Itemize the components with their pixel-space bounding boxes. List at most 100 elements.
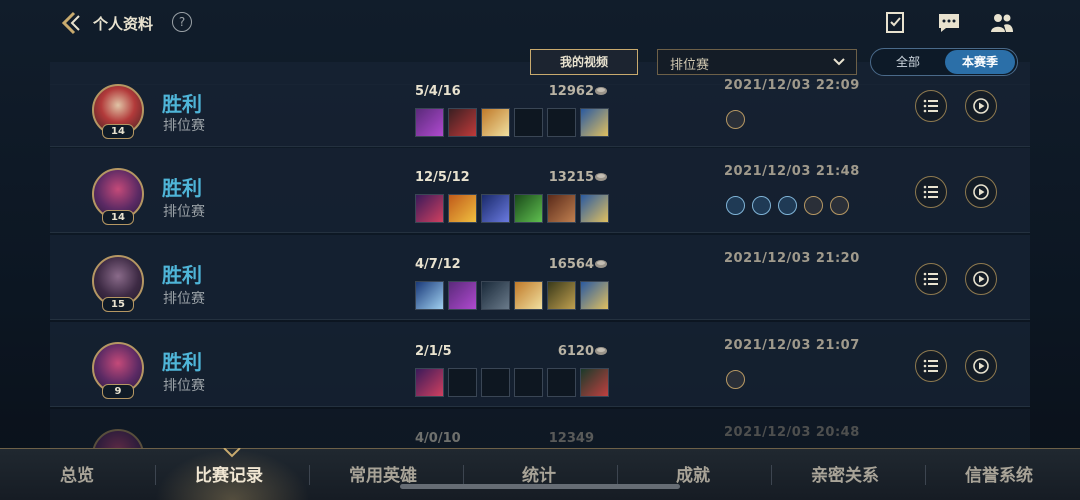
item-slot[interactable] (514, 281, 543, 310)
detail-button[interactable] (915, 263, 947, 295)
replay-button[interactable] (965, 263, 997, 295)
tab-overview[interactable]: 总览 (60, 461, 94, 486)
match-result: 胜利 (162, 92, 202, 116)
item-slot[interactable] (448, 108, 477, 137)
match-row[interactable]: 4/0/10 12349 2021/12/03 20:48 (50, 409, 1030, 448)
detail-button[interactable] (915, 90, 947, 122)
match-row[interactable]: 15 胜利 排位赛 4/7/12 16564 2021/12/03 21:20 (50, 235, 1030, 320)
list-icon (923, 185, 938, 199)
home-indicator[interactable] (400, 484, 680, 489)
item-slot[interactable] (481, 281, 510, 310)
item-slot[interactable] (580, 281, 609, 310)
match-date: 2021/12/03 22:09 (724, 78, 860, 93)
rune-icon (726, 196, 745, 215)
item-slot[interactable] (415, 194, 444, 223)
tab-honor-system[interactable]: 信誉系统 (965, 461, 1033, 486)
replay-icon (973, 358, 989, 374)
active-tab-indicator-icon (223, 448, 241, 458)
match-date: 2021/12/03 21:07 (724, 338, 860, 353)
item-slot[interactable] (481, 108, 510, 137)
gold-icon (595, 347, 607, 355)
item-slot[interactable] (448, 281, 477, 310)
match-row[interactable]: 9 胜利 排位赛 2/1/5 6120 2021/12/03 21:07 (50, 322, 1030, 407)
back-arrow-icon[interactable] (58, 10, 84, 36)
rune-icon (752, 196, 771, 215)
friends-icon[interactable] (990, 12, 1014, 34)
tab-achievements[interactable]: 成就 (676, 461, 710, 486)
chevron-down-icon (833, 58, 845, 66)
gold: 6120 (557, 344, 594, 359)
page-title: 个人资料 (93, 15, 154, 33)
tab-this-season[interactable]: 本赛季 (945, 50, 1015, 74)
tab-all[interactable]: 全部 (871, 49, 945, 75)
match-row[interactable]: 14 胜利 排位赛 12/5/12 13215 2021/12/03 21:48 (50, 148, 1030, 233)
chat-icon[interactable] (937, 12, 961, 34)
item-slot[interactable] (481, 194, 510, 223)
tab-stats[interactable]: 统计 (522, 461, 556, 486)
rune-icon (778, 196, 797, 215)
match-mode: 排位赛 (163, 118, 205, 134)
divider (617, 465, 618, 485)
champion-level: 14 (102, 210, 134, 225)
kda: 2/1/5 (415, 344, 452, 359)
checklist-icon[interactable] (884, 12, 908, 34)
detail-button[interactable] (915, 350, 947, 382)
divider (309, 465, 310, 485)
gold: 12349 (548, 431, 594, 446)
my-videos-button[interactable]: 我的视频 (530, 49, 638, 75)
season-toggle[interactable]: 全部 本赛季 (870, 48, 1018, 76)
item-slot[interactable] (580, 194, 609, 223)
divider (155, 465, 156, 485)
divider (925, 465, 926, 485)
help-icon[interactable]: ? (172, 12, 192, 32)
divider (463, 465, 464, 485)
list-icon (923, 99, 938, 113)
divider (771, 465, 772, 485)
tab-relationships[interactable]: 亲密关系 (811, 461, 879, 486)
champion-level: 9 (102, 384, 134, 399)
item-slot[interactable] (514, 194, 543, 223)
rune-icon (726, 110, 745, 129)
list-icon (923, 272, 938, 286)
rune-icon (804, 196, 823, 215)
item-slot[interactable] (415, 368, 444, 397)
rune-icon (830, 196, 849, 215)
item-slot[interactable] (580, 108, 609, 137)
kda: 4/7/12 (415, 257, 461, 272)
gold-icon (595, 87, 607, 95)
replay-icon (973, 271, 989, 287)
match-date: 2021/12/03 20:48 (724, 425, 860, 440)
tab-champions[interactable]: 常用英雄 (349, 461, 417, 486)
tab-match-history[interactable]: 比赛记录 (195, 461, 263, 486)
match-result: 胜利 (162, 176, 202, 200)
bottom-nav: 总览 比赛记录 常用英雄 统计 成就 亲密关系 信誉系统 (0, 448, 1080, 500)
match-mode: 排位赛 (163, 204, 205, 220)
replay-button[interactable] (965, 350, 997, 382)
match-date: 2021/12/03 21:20 (724, 251, 860, 266)
champion-avatar (92, 429, 144, 448)
gold-icon (595, 173, 607, 181)
item-slot[interactable] (415, 281, 444, 310)
item-slot[interactable] (547, 281, 576, 310)
replay-button[interactable] (965, 176, 997, 208)
item-slot[interactable] (547, 194, 576, 223)
champion-level: 14 (102, 124, 134, 139)
item-slot-empty (481, 368, 510, 397)
item-slot[interactable] (580, 368, 609, 397)
detail-button[interactable] (915, 176, 947, 208)
item-slot[interactable] (448, 194, 477, 223)
match-result: 胜利 (162, 263, 202, 287)
item-slot-empty (448, 368, 477, 397)
match-mode: 排位赛 (163, 378, 205, 394)
rune-icon (726, 370, 745, 389)
top-bar: 个人资料 ? (0, 0, 1080, 46)
kda: 12/5/12 (415, 170, 470, 185)
item-slot-empty (514, 108, 543, 137)
replay-icon (973, 184, 989, 200)
item-slot-empty (514, 368, 543, 397)
replay-button[interactable] (965, 90, 997, 122)
item-slot[interactable] (415, 108, 444, 137)
champion-level: 15 (102, 297, 134, 312)
mode-select[interactable]: 排位赛 (657, 49, 857, 75)
replay-icon (973, 98, 989, 114)
